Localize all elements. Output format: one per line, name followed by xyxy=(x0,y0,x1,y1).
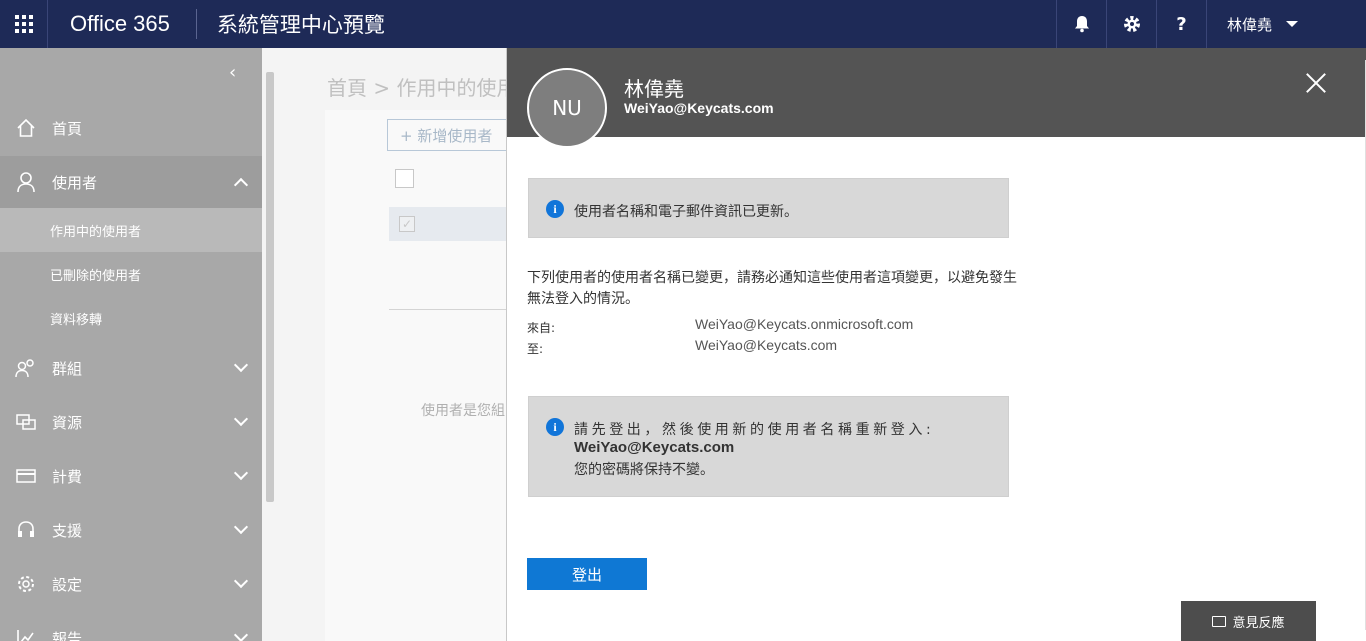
sign-out-button[interactable]: 登出 xyxy=(527,558,647,590)
bell-icon xyxy=(1074,16,1089,33)
chevron-down-icon xyxy=(233,573,249,589)
user-display-name: 林偉堯 xyxy=(624,77,684,101)
nav-label: 報告 xyxy=(52,629,83,641)
settings-button[interactable] xyxy=(1106,0,1156,48)
signin-notice: i 請先登出，然後使用新的使用者名稱重新登入: WeiYao@Keycats.c… xyxy=(528,396,1009,497)
select-all-checkbox[interactable] xyxy=(395,169,414,188)
feedback-label: 意見反應 xyxy=(1232,615,1285,631)
from-label: 來自: xyxy=(527,321,556,335)
nav-item-home[interactable]: 首頁 xyxy=(0,102,262,154)
add-user-button[interactable]: + 新增使用者 xyxy=(387,119,517,151)
report-icon xyxy=(17,630,34,641)
headset-icon xyxy=(18,521,34,537)
nav-item-groups[interactable]: 群組 xyxy=(0,342,262,394)
waffle-icon xyxy=(14,15,33,33)
nav-label: 首頁 xyxy=(52,119,83,138)
user-email: WeiYao@Keycats.com xyxy=(624,100,774,116)
collapse-nav-icon[interactable]: ‹ xyxy=(229,62,236,83)
info-icon: i xyxy=(546,200,564,218)
group-icon xyxy=(15,359,34,378)
nav-label: 計費 xyxy=(52,467,83,486)
nav-item-support[interactable]: 支援 xyxy=(0,504,262,556)
comment-icon xyxy=(1212,615,1227,627)
users-hint-text: 使用者是您組 xyxy=(421,403,505,419)
gear-icon xyxy=(1123,16,1140,32)
from-value: WeiYao@Keycats.onmicrosoft.com xyxy=(695,316,914,332)
update-notice: i 使用者名稱和電子郵件資訊已更新。 xyxy=(528,178,1009,238)
nav-scrollbar[interactable] xyxy=(266,72,274,502)
nav-item-settings[interactable]: 設定 xyxy=(0,558,262,610)
panel-header: NU 林偉堯 WeiYao@Keycats.com xyxy=(507,48,1366,148)
help-button[interactable]: ? xyxy=(1156,0,1206,48)
chevron-down-icon xyxy=(233,465,249,481)
office365-brand[interactable]: Office 365 xyxy=(48,0,196,48)
avatar: NU xyxy=(527,68,607,148)
users-card-background xyxy=(325,110,515,641)
settings-icon xyxy=(18,576,34,592)
row-checkbox[interactable]: ✓ xyxy=(399,216,415,232)
help-icon: ? xyxy=(1176,13,1187,35)
chevron-down-icon xyxy=(233,357,249,373)
feedback-button[interactable]: 意見反應 xyxy=(1181,601,1316,641)
change-description: 下列使用者的使用者名稱已變更，請務必通知這些使用者這項變更，以避免發生無法登入的… xyxy=(527,270,1017,307)
to-label: 至: xyxy=(527,342,544,356)
to-value: WeiYao@Keycats.com xyxy=(695,337,838,353)
resource-icon xyxy=(16,414,36,430)
sidebar-item-deleted-users[interactable]: 已刪除的使用者 xyxy=(0,252,262,296)
nav-label: 支援 xyxy=(52,521,83,540)
user-menu[interactable]: 林偉堯 xyxy=(1206,0,1366,48)
chevron-down-icon xyxy=(1286,21,1299,27)
nav-item-resources[interactable]: 資源 xyxy=(0,396,262,448)
app-title: 系統管理中心預覽 xyxy=(216,13,385,37)
left-nav: ‹ 首頁 使用者 作用中的使用者 已刪除的使用者 資料移轉 群組 資源 計費 支… xyxy=(0,48,262,641)
user-name: 林偉堯 xyxy=(1227,15,1273,34)
user-detail-panel: NU 林偉堯 WeiYao@Keycats.com i 使用者名稱和電子郵件資訊… xyxy=(506,48,1366,641)
nav-label: 資源 xyxy=(52,413,83,432)
new-username: WeiYao@Keycats.com xyxy=(574,439,735,456)
chevron-down-icon xyxy=(233,627,249,641)
password-note: 您的密碼將保持不變。 xyxy=(574,462,714,478)
user-icon xyxy=(17,172,35,193)
signin-notice-text: 請先登出，然後使用新的使用者名稱重新登入: xyxy=(574,422,935,438)
divider xyxy=(389,309,515,310)
nav-item-billing[interactable]: 計費 xyxy=(0,450,262,502)
chevron-up-icon xyxy=(233,177,249,193)
nav-item-reports[interactable]: 報告 xyxy=(0,612,262,641)
update-notice-text: 使用者名稱和電子郵件資訊已更新。 xyxy=(574,204,798,220)
home-icon xyxy=(17,118,35,137)
chevron-down-icon xyxy=(233,411,249,427)
top-header: Office 365 系統管理中心預覽 ? 林偉堯 xyxy=(0,0,1366,48)
breadcrumb: 首頁 > 作用中的使用 xyxy=(327,76,517,100)
sidebar-item-active-users[interactable]: 作用中的使用者 xyxy=(0,208,262,252)
nav-label: 使用者 xyxy=(52,173,98,192)
notifications-button[interactable] xyxy=(1056,0,1106,48)
app-launcher-button[interactable] xyxy=(0,0,48,48)
nav-label: 群組 xyxy=(52,359,83,378)
nav-item-users[interactable]: 使用者 xyxy=(0,156,262,208)
nav-label: 設定 xyxy=(52,575,83,594)
close-icon[interactable] xyxy=(1305,72,1327,94)
billing-icon xyxy=(16,469,36,483)
chevron-down-icon xyxy=(233,519,249,535)
info-icon: i xyxy=(546,418,564,436)
sidebar-item-data-migration[interactable]: 資料移轉 xyxy=(0,296,262,340)
